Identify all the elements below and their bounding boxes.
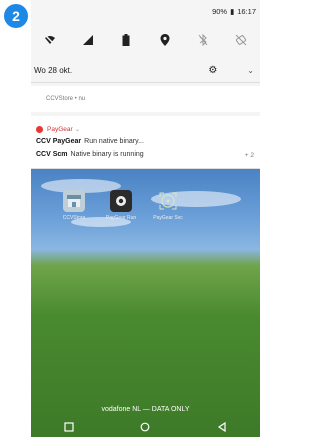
notification-header: PayGear ⌄ [36,125,80,133]
quick-settings [31,25,260,55]
target-icon [157,190,179,212]
app-paygear-svc[interactable]: PayGear Svc [153,190,183,221]
paygear-app-icon [36,125,43,133]
chevron-down-icon[interactable]: ⌄ [247,66,254,75]
battery-saver-icon[interactable] [116,30,136,50]
signal-icon[interactable] [78,30,98,50]
notification-ccvstore[interactable]: CCVStore • nu [31,86,260,112]
notification-title: CCV PayGear [36,138,82,145]
app-label: PayGear Run [105,215,137,221]
store-icon [63,190,85,212]
phone-screen: 90% ▮ 16:17 Wo 28 okt. ⚙ ⌄ CCVStore • nu [31,0,260,437]
date-row: Wo 28 okt. ⚙ ⌄ [31,59,260,81]
gear-app-icon [110,190,132,212]
date-label: Wo 28 okt. [34,65,73,75]
back-icon[interactable] [217,419,227,437]
gear-icon[interactable]: ⚙ [208,65,217,76]
bluetooth-off-icon[interactable] [193,30,213,50]
expand-icon[interactable]: ⌄ [75,125,80,133]
notification-line: CCV PayGear Run native binary... [36,138,144,145]
status-bar: 90% ▮ 16:17 [31,0,260,24]
app-ccvstore[interactable]: CCVStore [59,190,89,221]
clock: 16:17 [237,7,256,16]
app-label: PayGear Svc [153,215,183,221]
battery-percent: 90% [212,7,228,16]
notification-paygear[interactable]: PayGear ⌄ CCV PayGear Run native binary..… [31,116,260,169]
battery-icon: ▮ [230,7,235,16]
divider [31,82,260,83]
app-paygear-run[interactable]: PayGear Run [106,190,136,221]
notification-line: CCV Scm Native binary is running [36,151,144,158]
wifi-off-icon[interactable] [40,30,60,50]
notification-text: Run native binary... [84,138,144,145]
home-apps: CCVStore PayGear Run PayGear Svc [59,190,183,221]
app-label: CCVStore [62,215,86,221]
home-icon[interactable] [140,419,150,437]
notification-text: Native binary is running [70,151,144,158]
notification-count: + 2 [244,152,254,159]
nav-bar [31,418,260,437]
rotate-icon[interactable] [231,30,251,50]
location-icon[interactable] [155,30,175,50]
recents-icon[interactable] [64,419,74,437]
notification-title: CCV Scm [36,151,68,158]
notification-app-label: CCVStore • nu [46,96,86,102]
carrier-label: vodafone NL — DATA ONLY [101,406,190,413]
notification-app-label: PayGear [47,125,73,133]
step-badge: 2 [4,4,28,28]
